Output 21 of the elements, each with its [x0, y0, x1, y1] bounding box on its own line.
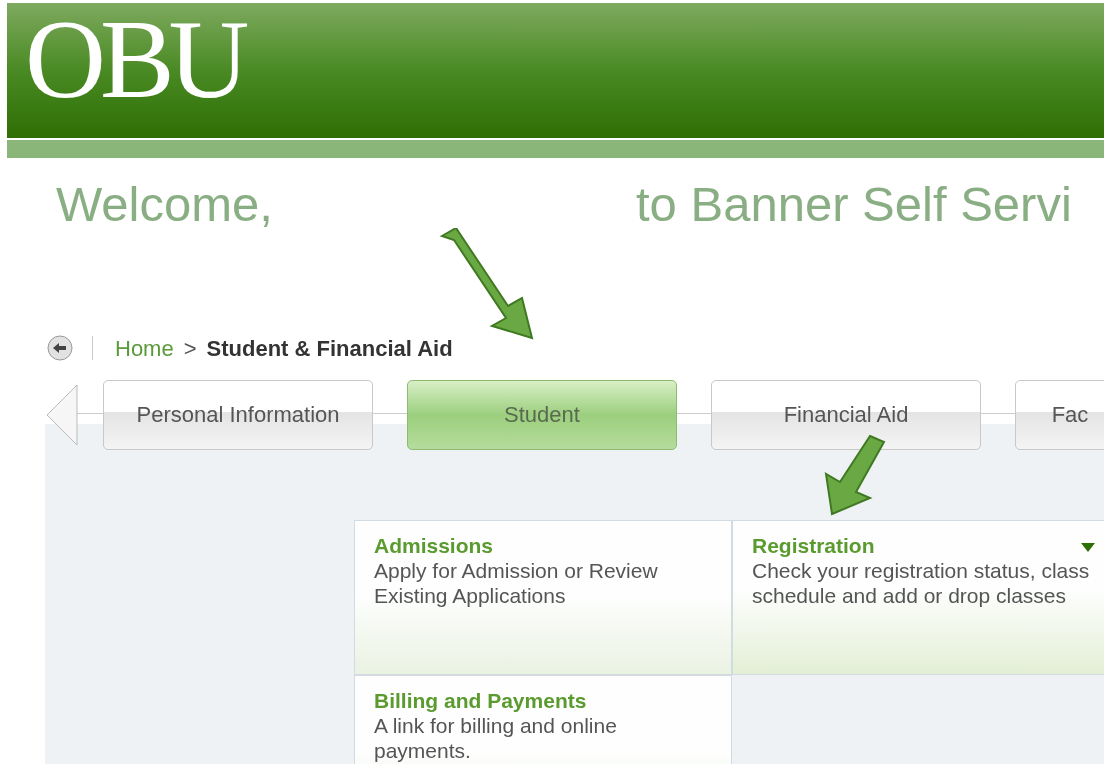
menu-card[interactable]: Billing and Payments A link for billing and online payments.	[354, 675, 732, 764]
menu-card[interactable]: Registration Check your registration status, class schedule and add or drop classes	[732, 520, 1104, 675]
back-icon[interactable]	[46, 334, 74, 362]
nav-tab[interactable]: Financial Aid	[711, 379, 981, 450]
logo[interactable]: OBU	[7, 0, 256, 124]
card-description: Check your registration status, class schedule and add or drop classes	[752, 558, 1091, 608]
nav-tab[interactable]: Personal Information	[103, 379, 373, 450]
nav-tab[interactable]: Fac	[1015, 379, 1104, 450]
card-description: Apply for Admission or Review Existing Applications	[374, 558, 659, 608]
caret-icon[interactable]	[1081, 543, 1095, 552]
home-link[interactable]: Home	[115, 331, 174, 365]
nav-tab[interactable]: Student	[407, 379, 677, 450]
breadcrumb-separator: >	[183, 334, 197, 363]
card-title-link[interactable]: Admissions	[374, 533, 695, 558]
card-description: A link for billing and online payments.	[374, 713, 618, 763]
card-title-link[interactable]: Registration	[752, 533, 1095, 558]
breadcrumb-current: Student & Financial Aid	[206, 334, 453, 363]
menu-card[interactable]: Admissions Apply for Admission or Review Existing Applications	[354, 520, 732, 675]
card-title-link[interactable]: Billing and Payments	[374, 688, 695, 713]
page-title: to Banner Self Servi	[636, 178, 1072, 232]
welcome-text: Welcome,	[56, 178, 273, 232]
